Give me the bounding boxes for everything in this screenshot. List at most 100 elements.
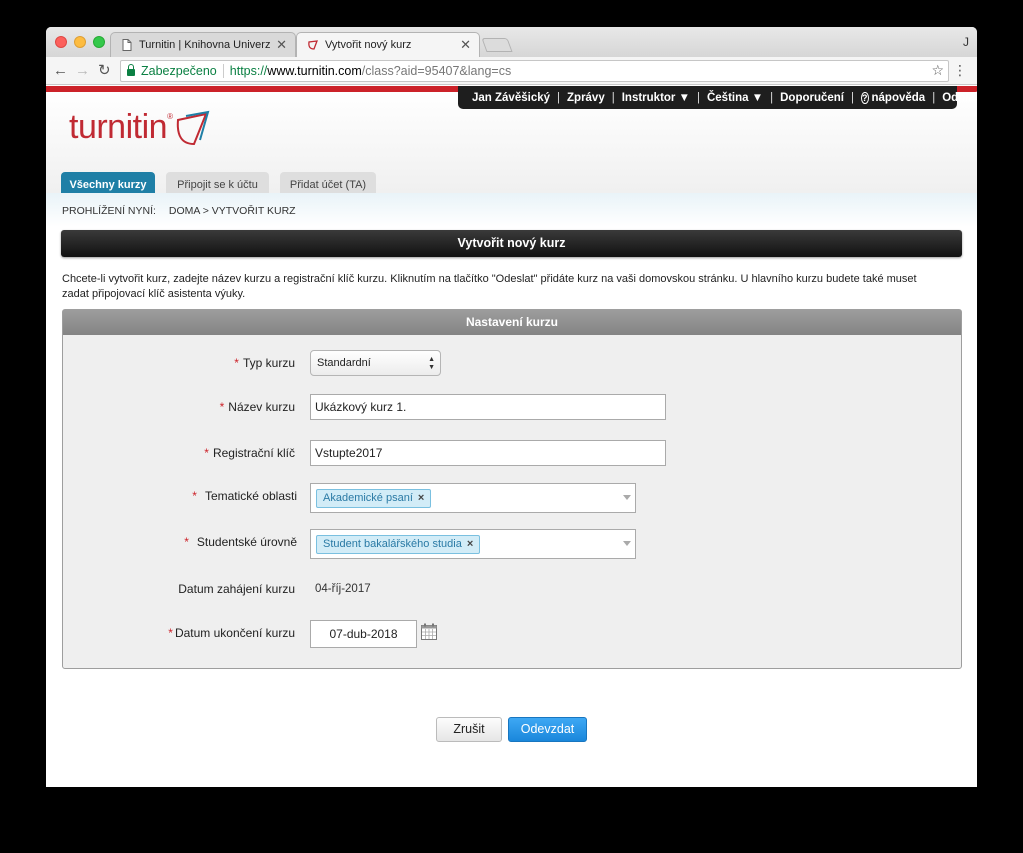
new-tab-button[interactable] <box>481 38 513 52</box>
required-marker: * <box>219 400 225 414</box>
nav-separator: | <box>611 91 615 104</box>
end-date-input[interactable]: 07-dub-2018 <box>310 620 417 648</box>
course-type-row: * Typ kurzu Standardní ▲ ▼ <box>63 350 961 376</box>
subject-area-chip-label: Akademické psaní <box>323 492 413 504</box>
browser-tab-create-course[interactable]: Vytvořit nový kurz ✕ <box>296 32 480 57</box>
required-marker: * <box>168 626 173 640</box>
required-marker: * <box>204 446 209 460</box>
browser-tab-library[interactable]: Turnitin | Knihovna Univerzity K ✕ <box>110 32 296 57</box>
student-levels-row: * Studentské úrovně Student bakalářského … <box>63 529 961 559</box>
breadcrumb-prefix: PROHLÍŽENÍ NYNÍ: <box>62 205 156 217</box>
tab-title: Vytvořit nový kurz <box>325 39 412 51</box>
forward-arrow-icon[interactable]: → <box>75 62 90 80</box>
start-date-row: Datum zahájení kurzu 04-říj-2017 <box>63 576 961 602</box>
student-levels-multiselect[interactable]: Student bakalářského studia × <box>310 529 636 559</box>
dropdown-caret-icon[interactable] <box>623 541 631 546</box>
course-type-label: * Typ kurzu <box>234 350 295 376</box>
browser-toolbar: ← → ↻ Zabezpečeno https://www.turnitin.c… <box>46 57 977 85</box>
logo-registered-mark: ® <box>167 112 173 121</box>
end-date-label-text: Datum ukončení kurzu <box>174 626 295 640</box>
browser-tab-strip: Turnitin | Knihovna Univerzity K ✕ Vytvo… <box>46 27 977 57</box>
nav-separator: | <box>932 91 936 104</box>
required-marker: * <box>184 535 189 549</box>
logout-link[interactable]: Odhlášení <box>942 92 977 104</box>
language-dropdown[interactable]: Čeština ▼ <box>707 92 763 104</box>
enroll-key-label-text: Registrační klíč <box>212 446 295 460</box>
course-name-input[interactable]: Ukázkový kurz 1. <box>310 394 666 420</box>
start-date-label: Datum zahájení kurzu <box>178 582 295 596</box>
student-levels-label: * Studentské úrovně <box>184 529 297 555</box>
subject-areas-multiselect[interactable]: Akademické psaní × <box>310 483 636 513</box>
nav-separator: | <box>696 91 700 104</box>
course-type-select[interactable]: Standardní ▲ ▼ <box>310 350 441 376</box>
subject-areas-label: * Tematické oblasti <box>192 483 297 509</box>
enroll-key-label: * Registrační klíč <box>204 440 295 466</box>
start-date-value: 04-říj-2017 <box>315 583 371 595</box>
logo-wordmark: turnitin <box>69 108 168 146</box>
subject-areas-row: * Tematické oblasti Akademické psaní × <box>63 483 961 513</box>
subject-areas-label-text: Tematické oblasti <box>204 489 297 503</box>
url-path: /class?aid=95407&lang=cs <box>361 64 512 78</box>
url-scheme: https:// <box>229 64 268 78</box>
nav-separator: | <box>851 91 854 104</box>
bookmark-star-icon[interactable]: ☆ <box>931 62 944 79</box>
subject-area-chip: Akademické psaní × <box>316 489 432 508</box>
user-nav-bar: Jan Závěšický | Zprávy | Instruktor ▼ | … <box>458 86 977 109</box>
required-marker: * <box>192 489 197 503</box>
submit-button[interactable]: Odevzdat <box>508 717 587 742</box>
breadcrumb-home-link[interactable]: DOMA <box>169 205 200 217</box>
maximize-window-button[interactable] <box>93 36 105 48</box>
intro-text: Chcete-li vytvořit kurz, zadejte název k… <box>62 273 917 300</box>
recommendations-link[interactable]: Doporučení <box>780 92 844 104</box>
nav-separator: | <box>557 91 561 104</box>
dropdown-caret-icon[interactable] <box>623 495 631 500</box>
security-indicator[interactable]: Zabezpečeno <box>127 64 217 78</box>
course-settings-panel: Nastavení kurzu * Typ kurzu Standardní ▲ ▼… <box>62 309 962 669</box>
course-type-value: Standardní <box>317 357 371 369</box>
remove-chip-icon[interactable]: × <box>418 492 424 504</box>
calendar-icon[interactable] <box>421 623 437 640</box>
secure-label: Zabezpečeno <box>141 64 217 78</box>
nav-separator: | <box>770 91 774 104</box>
logo-page-icon <box>176 110 210 146</box>
messages-link[interactable]: Zprávy <box>567 92 605 104</box>
remove-chip-icon[interactable]: × <box>467 538 473 550</box>
tab-title: Turnitin | Knihovna Univerzity K <box>139 39 271 51</box>
course-name-label-text: Název kurzu <box>228 400 295 414</box>
page-content: turnitin ® Všechny kurzy Připojit se k ú… <box>46 86 977 787</box>
end-date-row: * Datum ukončení kurzu 07-dub-2018 <box>63 620 961 648</box>
role-dropdown[interactable]: Instruktor ▼ <box>622 92 690 104</box>
student-level-chip-label: Student bakalářského studia <box>323 538 462 550</box>
enroll-key-row: * Registrační klíč Vstupte2017 <box>63 440 961 466</box>
user-name-link[interactable]: Jan Závěšický <box>472 92 550 104</box>
cancel-button[interactable]: Zrušit <box>436 717 502 742</box>
page-title: Vytvořit nový kurz <box>61 230 962 257</box>
minimize-window-button[interactable] <box>74 36 86 48</box>
student-level-chip: Student bakalářského studia × <box>316 535 481 554</box>
help-link[interactable]: nápověda <box>872 92 926 104</box>
breadcrumb-bar: PROHLÍŽENÍ NYNÍ: DOMA > VYTVOŘIT KURZ <box>46 193 977 227</box>
select-arrows-icon: ▲ ▼ <box>428 356 435 371</box>
course-settings-header: Nastavení kurzu <box>63 310 961 335</box>
turnitin-logo[interactable]: turnitin ® <box>69 110 212 150</box>
close-window-button[interactable] <box>55 36 67 48</box>
lock-icon <box>127 64 135 76</box>
document-icon <box>121 39 133 52</box>
course-type-label-text: Typ kurzu <box>242 356 295 370</box>
profile-button[interactable]: J <box>963 35 969 49</box>
course-name-label: * Název kurzu <box>220 394 295 420</box>
address-bar[interactable]: Zabezpečeno https://www.turnitin.com/cla… <box>120 60 949 82</box>
end-date-label: * Datum ukončení kurzu <box>168 620 295 646</box>
enroll-key-input[interactable]: Vstupte2017 <box>310 440 666 466</box>
back-arrow-icon[interactable]: ← <box>53 62 68 80</box>
required-marker: * <box>234 356 239 370</box>
close-tab-icon[interactable]: ✕ <box>460 37 471 53</box>
address-divider <box>222 64 224 78</box>
url-host: www.turnitin.com <box>267 64 362 78</box>
browser-window: Turnitin | Knihovna Univerzity K ✕ Vytvo… <box>46 27 977 787</box>
reload-icon[interactable]: ↻ <box>98 62 111 80</box>
help-icon: ? <box>861 91 869 104</box>
close-tab-icon[interactable]: ✕ <box>276 37 287 53</box>
course-name-row: * Název kurzu Ukázkový kurz 1. <box>63 394 961 420</box>
browser-menu-icon[interactable]: ⋮ <box>953 62 967 79</box>
